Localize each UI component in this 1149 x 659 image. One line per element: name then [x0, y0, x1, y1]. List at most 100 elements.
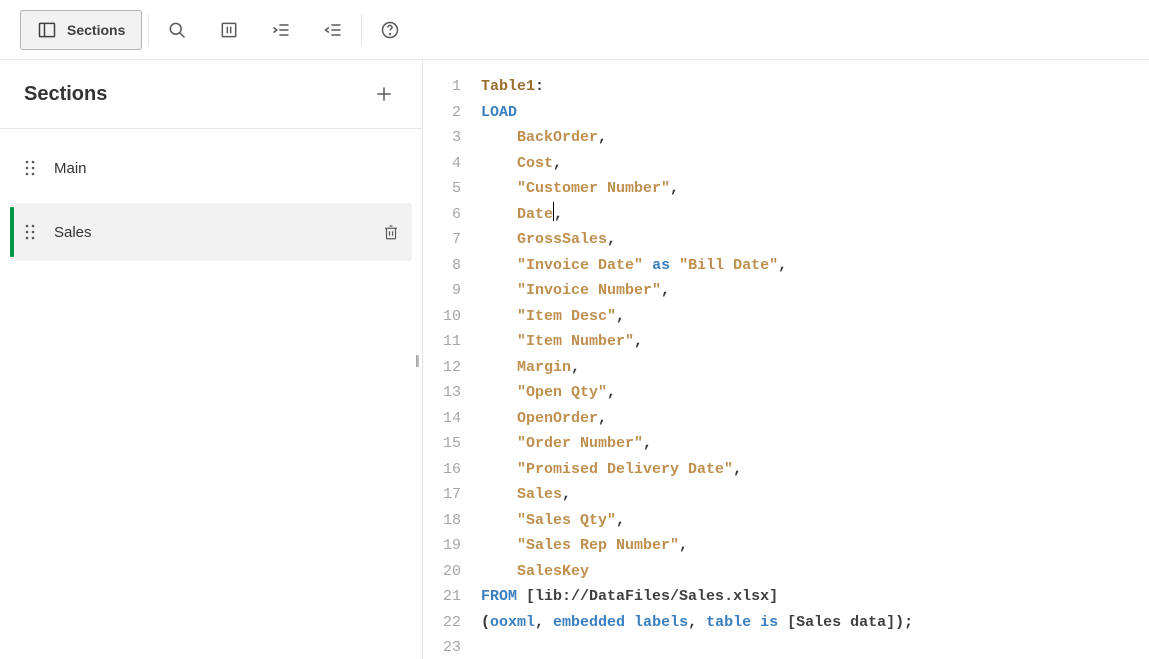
trash-icon: [382, 223, 400, 241]
code-token: "Item Desc": [517, 308, 616, 325]
code-token: [Sales data]: [787, 614, 895, 631]
code-token: "Sales Qty": [517, 512, 616, 529]
code-token: [643, 257, 652, 274]
code-token: ,: [554, 206, 563, 223]
code-line[interactable]: "Item Desc",: [481, 304, 913, 330]
grip-icon[interactable]: [20, 159, 40, 177]
code-token: Cost: [517, 155, 553, 172]
code-token: LOAD: [481, 104, 517, 121]
code-line[interactable]: BackOrder,: [481, 125, 913, 151]
line-number: 14: [431, 406, 461, 432]
code-token: Date: [517, 206, 553, 223]
code-line[interactable]: (ooxml, embedded labels, table is [Sales…: [481, 610, 913, 636]
code-token: [670, 257, 679, 274]
code-line[interactable]: "Order Number",: [481, 431, 913, 457]
sidebar-item-main[interactable]: Main: [10, 139, 412, 197]
line-number: 5: [431, 176, 461, 202]
code-line[interactable]: Margin,: [481, 355, 913, 381]
code-line[interactable]: Cost,: [481, 151, 913, 177]
code-token: embedded labels: [553, 614, 688, 631]
code-token: ,: [562, 486, 571, 503]
code-line[interactable]: "Invoice Date" as "Bill Date",: [481, 253, 913, 279]
code-token: Sales: [517, 486, 562, 503]
help-icon: [380, 20, 400, 40]
add-section-button[interactable]: [370, 80, 398, 108]
code-token: ,: [679, 537, 688, 554]
code-token: ,: [553, 155, 562, 172]
toolbar-group-edit: [155, 10, 355, 50]
line-number: 19: [431, 533, 461, 559]
outdent-icon: [323, 20, 343, 40]
code-line[interactable]: SalesKey: [481, 559, 913, 585]
line-number: 7: [431, 227, 461, 253]
code-line[interactable]: Table1:: [481, 74, 913, 100]
main-area: Sections Main Sales ||: [0, 60, 1149, 659]
outdent-button[interactable]: [311, 10, 355, 50]
code-token: Table1: [481, 78, 535, 95]
line-number: 1: [431, 74, 461, 100]
sidebar-title: Sections: [24, 83, 107, 106]
code-token: ,: [571, 359, 580, 376]
code-token: "Item Number": [517, 333, 634, 350]
plus-icon: [374, 84, 394, 104]
code-token: ,: [598, 129, 607, 146]
code-token: Margin: [517, 359, 571, 376]
indent-button[interactable]: [259, 10, 303, 50]
sections-list: Main Sales: [0, 129, 422, 271]
sidebar-item-sales[interactable]: Sales: [10, 203, 412, 261]
code-token: ,: [778, 257, 787, 274]
code-token: ,: [616, 308, 625, 325]
code-token: ,: [535, 614, 553, 631]
code-line[interactable]: [481, 635, 913, 659]
code-line[interactable]: "Invoice Number",: [481, 278, 913, 304]
sidebar-header: Sections: [0, 60, 422, 129]
code-token: ,: [670, 180, 679, 197]
grip-icon[interactable]: [20, 223, 40, 241]
code-token: ,: [634, 333, 643, 350]
code-line[interactable]: "Open Qty",: [481, 380, 913, 406]
comment-icon: [219, 20, 239, 40]
line-number: 18: [431, 508, 461, 534]
code-line[interactable]: Date,: [481, 202, 913, 228]
code-token: ,: [643, 435, 652, 452]
code-line[interactable]: LOAD: [481, 100, 913, 126]
toolbar: Sections: [0, 0, 1149, 60]
code-token: ,: [607, 384, 616, 401]
code-token: "Invoice Number": [517, 282, 661, 299]
comment-button[interactable]: [207, 10, 251, 50]
code-line[interactable]: Sales,: [481, 482, 913, 508]
code-editor[interactable]: 1234567891011121314151617181920212223 Ta…: [423, 60, 1149, 659]
code-token: :: [535, 78, 544, 95]
code-token: "Invoice Date": [517, 257, 643, 274]
panel-icon: [37, 20, 57, 40]
code-line[interactable]: FROM [lib://DataFiles/Sales.xlsx]: [481, 584, 913, 610]
code-token: GrossSales: [517, 231, 607, 248]
code-line[interactable]: "Sales Rep Number",: [481, 533, 913, 559]
code-line[interactable]: "Sales Qty",: [481, 508, 913, 534]
delete-section-button[interactable]: [382, 223, 400, 241]
code-line[interactable]: "Customer Number",: [481, 176, 913, 202]
sidebar-resize-handle[interactable]: ||: [415, 352, 418, 367]
toolbar-separator: [361, 14, 362, 46]
code-token: "Bill Date": [679, 257, 778, 274]
sections-toggle-button[interactable]: Sections: [20, 10, 142, 50]
code-line[interactable]: "Promised Delivery Date",: [481, 457, 913, 483]
line-number: 21: [431, 584, 461, 610]
sidebar-item-label: Sales: [54, 224, 382, 241]
code-token: as: [652, 257, 670, 274]
line-number: 6: [431, 202, 461, 228]
code-line[interactable]: OpenOrder,: [481, 406, 913, 432]
indent-icon: [271, 20, 291, 40]
line-number: 8: [431, 253, 461, 279]
code-line[interactable]: GrossSales,: [481, 227, 913, 253]
code-area[interactable]: Table1: LOAD BackOrder, Cost, "Customer N…: [473, 60, 921, 659]
line-number: 9: [431, 278, 461, 304]
line-number: 13: [431, 380, 461, 406]
code-token: ,: [688, 614, 706, 631]
code-line[interactable]: "Item Number",: [481, 329, 913, 355]
help-button[interactable]: [368, 10, 412, 50]
code-token: FROM: [481, 588, 517, 605]
search-button[interactable]: [155, 10, 199, 50]
line-number: 16: [431, 457, 461, 483]
code-token: (: [481, 614, 490, 631]
